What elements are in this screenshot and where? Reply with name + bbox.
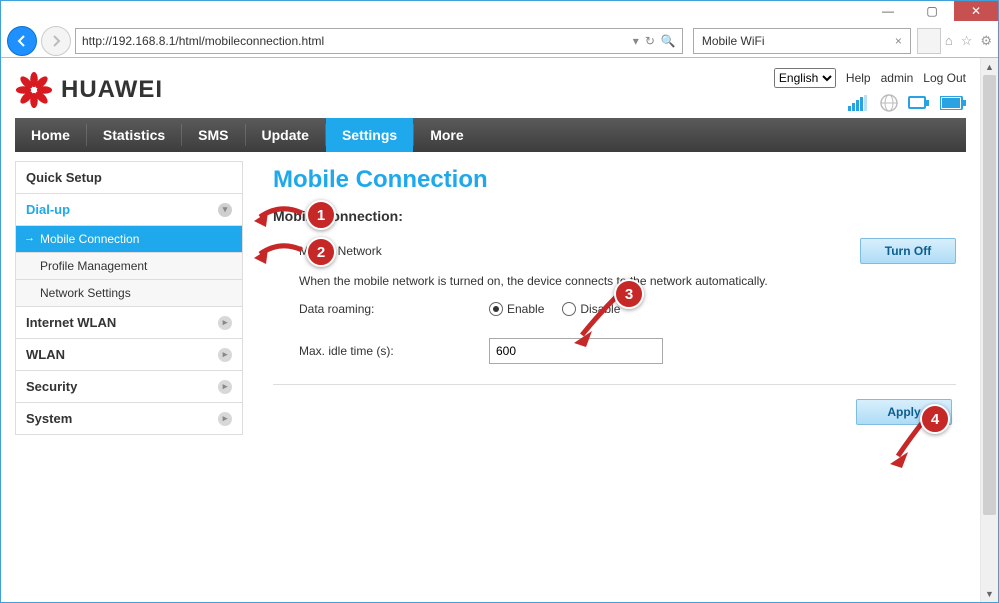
window-maximize-button[interactable]: ▢	[910, 1, 954, 21]
sidebar-item-quick-setup[interactable]: Quick Setup	[15, 161, 243, 194]
browser-forward-button[interactable]	[41, 26, 71, 56]
chevron-right-icon: ▸	[218, 380, 232, 394]
divider	[273, 384, 956, 385]
signal-icon	[848, 95, 870, 111]
wifi-device-icon	[908, 95, 930, 111]
tab-title: Mobile WiFi	[702, 34, 765, 48]
browser-back-button[interactable]	[7, 26, 37, 56]
browser-tab[interactable]: Mobile WiFi ×	[693, 28, 911, 54]
window-close-button[interactable]: ✕	[954, 1, 998, 21]
tools-gear-icon[interactable]: ⚙	[980, 33, 992, 49]
mobile-network-label: Mobile Network	[299, 244, 489, 258]
chevron-right-icon: ▸	[218, 412, 232, 426]
window-minimize-button[interactable]: —	[866, 1, 910, 21]
favorites-icon[interactable]: ☆	[961, 33, 973, 49]
scroll-down-arrow-icon[interactable]: ▼	[981, 585, 998, 602]
section-title: Mobile Connection:	[273, 208, 956, 224]
content-pane: Mobile Connection Mobile Connection: Mob…	[273, 162, 966, 435]
settings-sidebar: Quick Setup Dial-up ▾ Mobile Connection P…	[15, 162, 243, 435]
window-title-bar: — ▢ ✕	[1, 1, 998, 25]
chevron-right-icon: ▸	[218, 348, 232, 362]
sidebar-sub-network-settings[interactable]: Network Settings	[15, 280, 243, 307]
data-roaming-label: Data roaming:	[299, 302, 489, 316]
browser-toolbar: http://192.168.8.1/html/mobileconnection…	[1, 25, 998, 58]
sidebar-item-system[interactable]: System ▸	[15, 402, 243, 435]
radio-label: Disable	[580, 302, 620, 316]
sidebar-item-dialup[interactable]: Dial-up ▾	[15, 193, 243, 226]
sidebar-item-wlan[interactable]: WLAN ▸	[15, 338, 243, 371]
radio-label: Enable	[507, 302, 544, 316]
sidebar-item-label: Quick Setup	[26, 170, 102, 185]
sidebar-item-label: Internet WLAN	[26, 315, 116, 330]
sidebar-sub-profile-management[interactable]: Profile Management	[15, 253, 243, 280]
radio-dot-icon	[489, 302, 503, 316]
scroll-track[interactable]	[981, 75, 998, 585]
brand-name: HUAWEI	[61, 76, 163, 104]
main-navbar: Home Statistics SMS Update Settings More	[15, 118, 966, 152]
sidebar-item-security[interactable]: Security ▸	[15, 370, 243, 403]
sidebar-item-label: System	[26, 411, 72, 426]
language-select[interactable]: English	[774, 68, 836, 88]
home-icon[interactable]: ⌂	[945, 33, 953, 49]
max-idle-label: Max. idle time (s):	[299, 344, 489, 358]
roaming-enable-radio[interactable]: Enable	[489, 302, 544, 316]
sidebar-item-label: WLAN	[26, 347, 65, 362]
addr-dropdown-icon[interactable]: ▾	[633, 34, 639, 48]
roaming-disable-radio[interactable]: Disable	[562, 302, 620, 316]
mobile-network-description: When the mobile network is turned on, th…	[299, 274, 956, 288]
nav-update[interactable]: Update	[246, 118, 325, 152]
vertical-scrollbar[interactable]: ▲ ▼	[980, 58, 998, 602]
sidebar-item-label: Security	[26, 379, 77, 394]
admin-link[interactable]: admin	[881, 71, 914, 85]
new-tab-button[interactable]	[917, 28, 941, 54]
help-link[interactable]: Help	[846, 71, 871, 85]
radio-dot-icon	[562, 302, 576, 316]
tab-close-icon[interactable]: ×	[895, 34, 902, 48]
battery-icon	[940, 96, 966, 110]
address-bar[interactable]: http://192.168.8.1/html/mobileconnection…	[75, 28, 683, 54]
addr-search-icon[interactable]: 🔍	[661, 34, 676, 48]
max-idle-input[interactable]	[489, 338, 663, 364]
sidebar-item-internet-wlan[interactable]: Internet WLAN ▸	[15, 306, 243, 339]
sidebar-item-label: Dial-up	[26, 202, 70, 217]
page-title: Mobile Connection	[273, 166, 956, 194]
logout-link[interactable]: Log Out	[923, 71, 966, 85]
scroll-thumb[interactable]	[983, 75, 996, 515]
brand-logo: HUAWEI	[15, 71, 163, 109]
nav-more[interactable]: More	[414, 118, 479, 152]
sidebar-sub-mobile-connection[interactable]: Mobile Connection	[15, 226, 243, 253]
nav-home[interactable]: Home	[15, 118, 86, 152]
apply-button[interactable]: Apply	[856, 399, 952, 425]
huawei-flower-icon	[15, 71, 53, 109]
status-icons	[848, 94, 966, 112]
chevron-down-icon: ▾	[218, 203, 232, 217]
address-url: http://192.168.8.1/html/mobileconnection…	[82, 34, 324, 48]
globe-icon	[880, 94, 898, 112]
turn-off-button[interactable]: Turn Off	[860, 238, 956, 264]
nav-statistics[interactable]: Statistics	[87, 118, 181, 152]
nav-settings[interactable]: Settings	[326, 118, 413, 152]
addr-refresh-icon[interactable]: ↻	[645, 34, 655, 48]
scroll-up-arrow-icon[interactable]: ▲	[981, 58, 998, 75]
chevron-right-icon: ▸	[218, 316, 232, 330]
nav-sms[interactable]: SMS	[182, 118, 244, 152]
